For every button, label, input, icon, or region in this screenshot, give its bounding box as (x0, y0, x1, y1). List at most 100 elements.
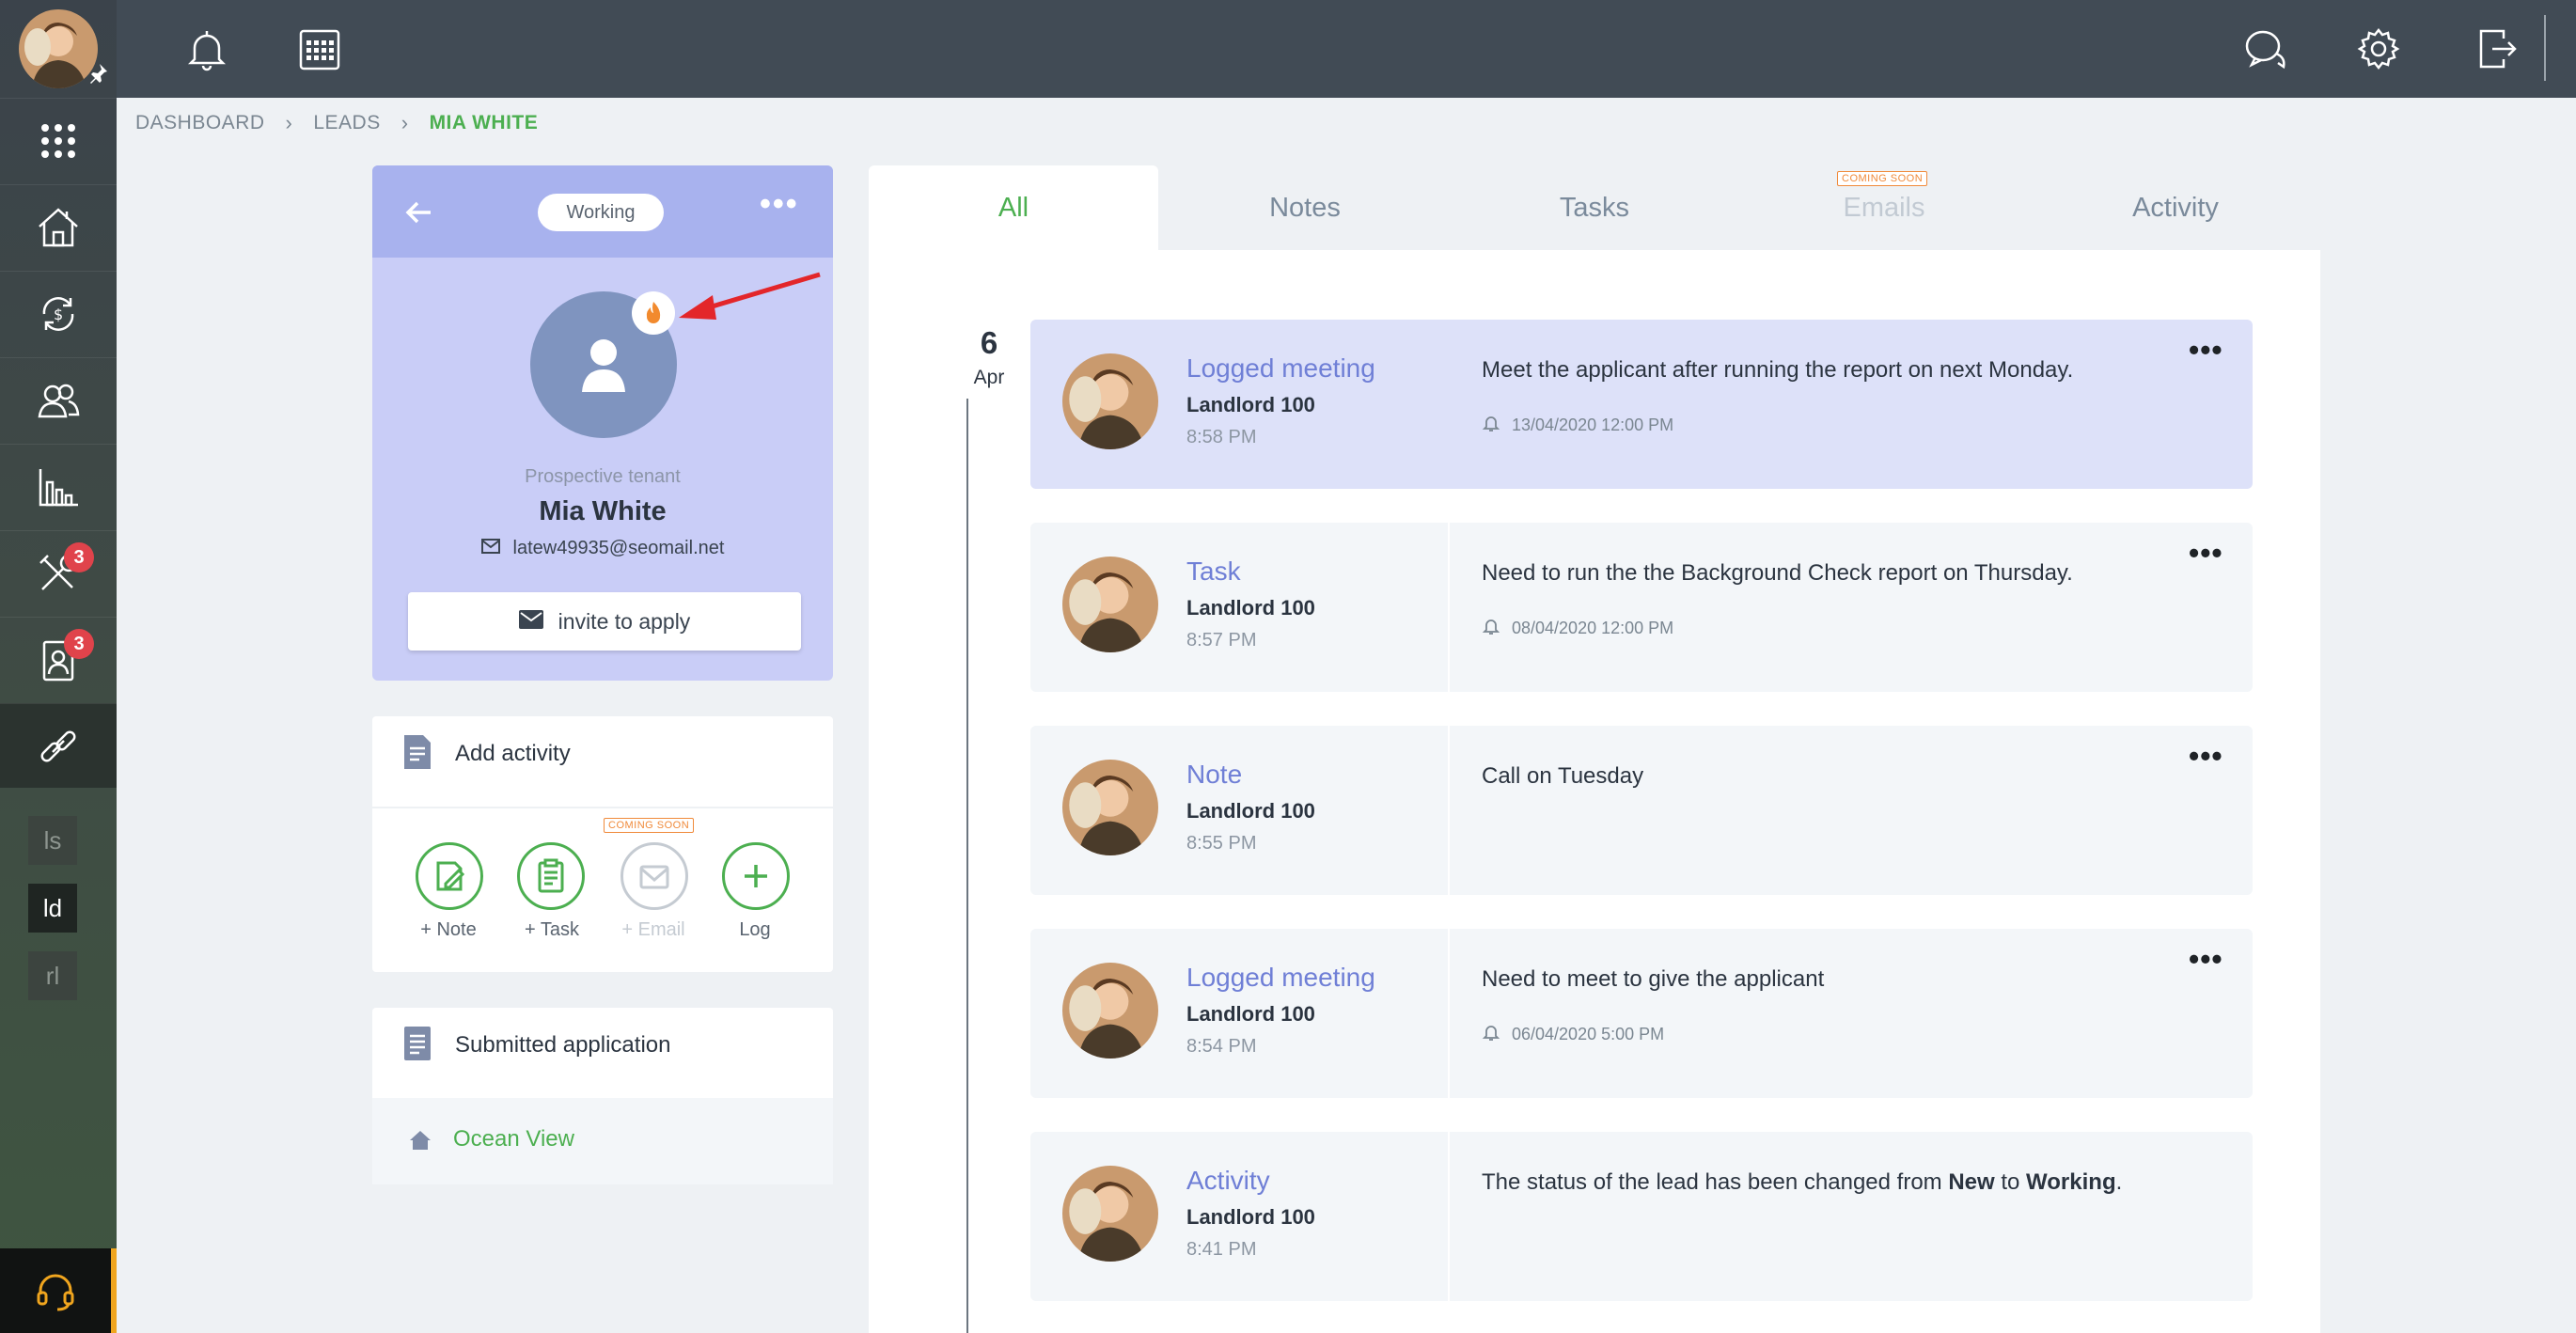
author-avatar (1062, 963, 1158, 1059)
entry-time: 8:57 PM (1186, 630, 1257, 651)
maintenance-tools-icon[interactable]: 3 (0, 530, 117, 615)
bell-icon (1482, 414, 1500, 437)
entry-type-link[interactable]: Logged meeting (1186, 963, 1375, 993)
entry-more-options-icon[interactable]: ••• (2189, 944, 2223, 974)
add-note-label: + Note (420, 919, 477, 940)
timeline-entry[interactable]: Logged meeting Landlord 100 8:54 PM Need… (1030, 929, 2253, 1098)
chat-icon[interactable] (2236, 19, 2296, 79)
add-activity-title: Add activity (455, 741, 571, 766)
add-task-label: + Task (525, 919, 579, 940)
apps-grid-icon[interactable] (0, 98, 117, 182)
tenants-people-icon[interactable] (0, 357, 117, 442)
gear-icon[interactable] (2348, 19, 2409, 79)
property-house-icon[interactable] (0, 184, 117, 269)
hot-lead-flame-icon (632, 291, 675, 335)
reminder-datetime: 08/04/2020 12:00 PM (1512, 619, 1674, 637)
entry-author: Landlord 100 (1186, 393, 1315, 416)
lead-email: latew49935@seomail.net (372, 538, 833, 559)
timeline-entry[interactable]: Task Landlord 100 8:57 PM Need to run th… (1030, 523, 2253, 692)
entry-type-link[interactable]: Activity (1186, 1166, 1270, 1196)
entry-reminder: 13/04/2020 12:00 PM (1482, 414, 1673, 437)
pin-icon[interactable] (86, 62, 109, 90)
timeline-date-day: 6 (980, 325, 998, 360)
bell-icon (1482, 617, 1500, 640)
tab-all[interactable]: All (869, 165, 1158, 250)
entry-reminder: 06/04/2020 5:00 PM (1482, 1023, 1664, 1046)
finance-exchange-icon[interactable]: $ (0, 271, 117, 355)
timeline-entry[interactable]: Logged meeting Landlord 100 8:58 PM Meet… (1030, 320, 2253, 489)
property-link[interactable]: Ocean View (453, 1126, 574, 1153)
add-activity-card: Add activity COMING SOON + Note + Task +… (372, 716, 833, 972)
add-email-button (620, 842, 688, 910)
support-headset-icon[interactable] (0, 1248, 117, 1333)
entry-type-link[interactable]: Logged meeting (1186, 353, 1375, 384)
logout-icon[interactable] (2467, 19, 2527, 79)
lead-status-pill[interactable]: Working (538, 194, 664, 231)
bell-icon (1482, 1023, 1500, 1046)
entry-time: 8:41 PM (1186, 1239, 1257, 1260)
reminder-datetime: 06/04/2020 5:00 PM (1512, 1025, 1665, 1043)
house-icon (408, 1128, 432, 1153)
entry-type-link[interactable]: Note (1186, 760, 1242, 790)
shortcut-ld[interactable]: ld (28, 884, 77, 933)
tab-activity[interactable]: Activity (2031, 165, 2320, 250)
breadcrumb-dashboard[interactable]: DASHBOARD (135, 112, 265, 134)
add-note-button[interactable] (416, 842, 483, 910)
applications-icon[interactable]: 3 (0, 617, 117, 701)
chevron-right-icon: › (401, 111, 409, 134)
entry-divider (1448, 726, 1450, 895)
bell-icon[interactable] (177, 19, 237, 79)
entry-author: Landlord 100 (1186, 1205, 1315, 1229)
breadcrumb-leads[interactable]: LEADS (313, 112, 380, 134)
timeline-line (966, 399, 968, 1333)
lead-email-text[interactable]: latew49935@seomail.net (513, 538, 725, 559)
tab-notes[interactable]: Notes (1160, 165, 1450, 250)
timeline-entry[interactable]: Note Landlord 100 8:55 PM Call on Tuesda… (1030, 726, 2253, 895)
entry-more-options-icon[interactable]: ••• (2189, 335, 2223, 365)
tab-tasks[interactable]: Tasks (1450, 165, 1739, 250)
envelope-filled-icon (518, 609, 543, 635)
author-avatar (1062, 353, 1158, 449)
invite-to-apply-button[interactable]: invite to apply (408, 592, 801, 651)
entry-text: Meet the applicant after running the rep… (1482, 357, 2074, 383)
top-bar (117, 0, 2576, 98)
entry-text: The status of the lead has been changed … (1482, 1169, 2122, 1196)
more-options-icon[interactable]: ••• (760, 188, 799, 220)
entry-time: 8:55 PM (1186, 833, 1257, 854)
form-icon (399, 1025, 436, 1062)
back-arrow-icon[interactable] (399, 192, 440, 233)
reports-chart-icon[interactable] (0, 444, 117, 528)
entry-more-options-icon[interactable]: ••• (2189, 538, 2223, 568)
envelope-icon (480, 538, 500, 559)
svg-text:$: $ (54, 306, 63, 323)
lead-role: Prospective tenant (525, 466, 681, 487)
shortcut-ls[interactable]: ls (28, 816, 77, 865)
links-icon[interactable] (0, 703, 117, 788)
maintenance-badge: 3 (64, 542, 94, 572)
entry-type-link[interactable]: Task (1186, 557, 1241, 587)
calendar-icon[interactable] (290, 19, 350, 79)
email-icon (639, 865, 669, 889)
author-avatar (1062, 1166, 1158, 1262)
add-task-button[interactable] (517, 842, 585, 910)
invite-label: invite to apply (558, 608, 691, 634)
status-change-mid: to (1994, 1169, 2027, 1195)
coming-soon-badge: COMING SOON (604, 818, 695, 833)
log-label: Log (739, 919, 771, 940)
timeline-entry[interactable]: Activity Landlord 100 8:41 PM The status… (1030, 1132, 2253, 1301)
divider (372, 807, 833, 808)
submitted-application-item[interactable]: Ocean View (372, 1098, 833, 1184)
plus-icon (745, 865, 767, 887)
entry-more-options-icon[interactable]: ••• (2189, 741, 2223, 771)
emails-coming-soon-badge: COMING SOON (1837, 171, 1928, 186)
entry-text: Need to meet to give the applicant (1482, 966, 1825, 992)
author-avatar (1062, 760, 1158, 855)
author-avatar (1062, 557, 1158, 652)
entry-author: Landlord 100 (1186, 596, 1315, 619)
log-button[interactable] (722, 842, 790, 910)
entry-divider (1448, 1132, 1450, 1301)
shortcut-rl[interactable]: rl (28, 951, 77, 1000)
lead-card-header: Working ••• (372, 165, 833, 258)
annotation-arrow (679, 272, 821, 320)
entry-text: Need to run the the Background Check rep… (1482, 560, 2073, 586)
